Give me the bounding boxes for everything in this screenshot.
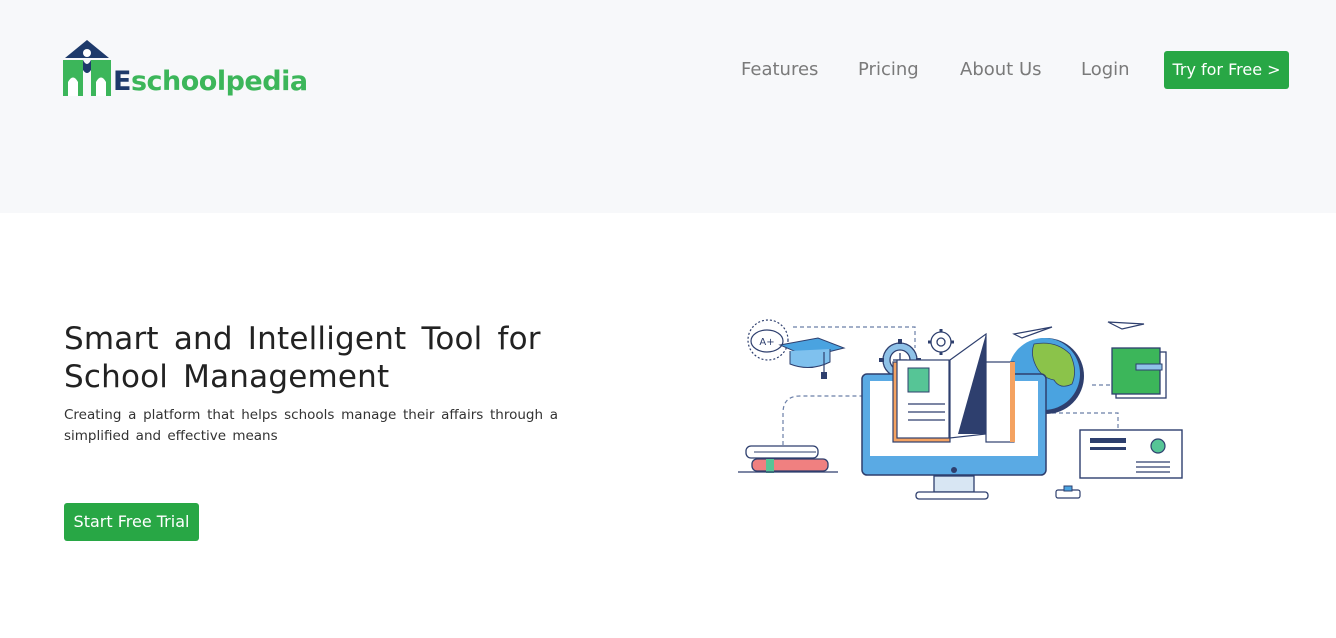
paper-plane-icon bbox=[1012, 321, 1145, 339]
graduation-cap-icon bbox=[778, 337, 846, 379]
site-header: Eschoolpedia Features Pricing About Us L… bbox=[0, 0, 1336, 213]
certificate-card-icon bbox=[1055, 429, 1183, 499]
grade-badge: A+ bbox=[747, 319, 789, 361]
education-illustration: A+ bbox=[738, 319, 1183, 500]
nav-pricing-link[interactable]: Pricing bbox=[858, 51, 919, 89]
start-free-trial-button[interactable]: Start Free Trial bbox=[64, 503, 199, 541]
grade-badge-text: A+ bbox=[759, 337, 774, 348]
nav-features-link[interactable]: Features bbox=[741, 51, 818, 89]
small-gear-icon bbox=[928, 329, 954, 355]
notebook-icon bbox=[1111, 347, 1167, 399]
book-stack-icon bbox=[738, 445, 838, 473]
nav-about-us-link[interactable]: About Us bbox=[960, 51, 1042, 89]
hero-title: Smart and Intelligent Tool for School Ma… bbox=[64, 321, 541, 395]
main-nav: Features Pricing About Us Login Try for … bbox=[0, 51, 1336, 89]
nav-login-link[interactable]: Login bbox=[1081, 51, 1130, 89]
try-for-free-button[interactable]: Try for Free > bbox=[1164, 51, 1289, 89]
hero-subtitle: Creating a platform that helps schools m… bbox=[64, 407, 558, 444]
